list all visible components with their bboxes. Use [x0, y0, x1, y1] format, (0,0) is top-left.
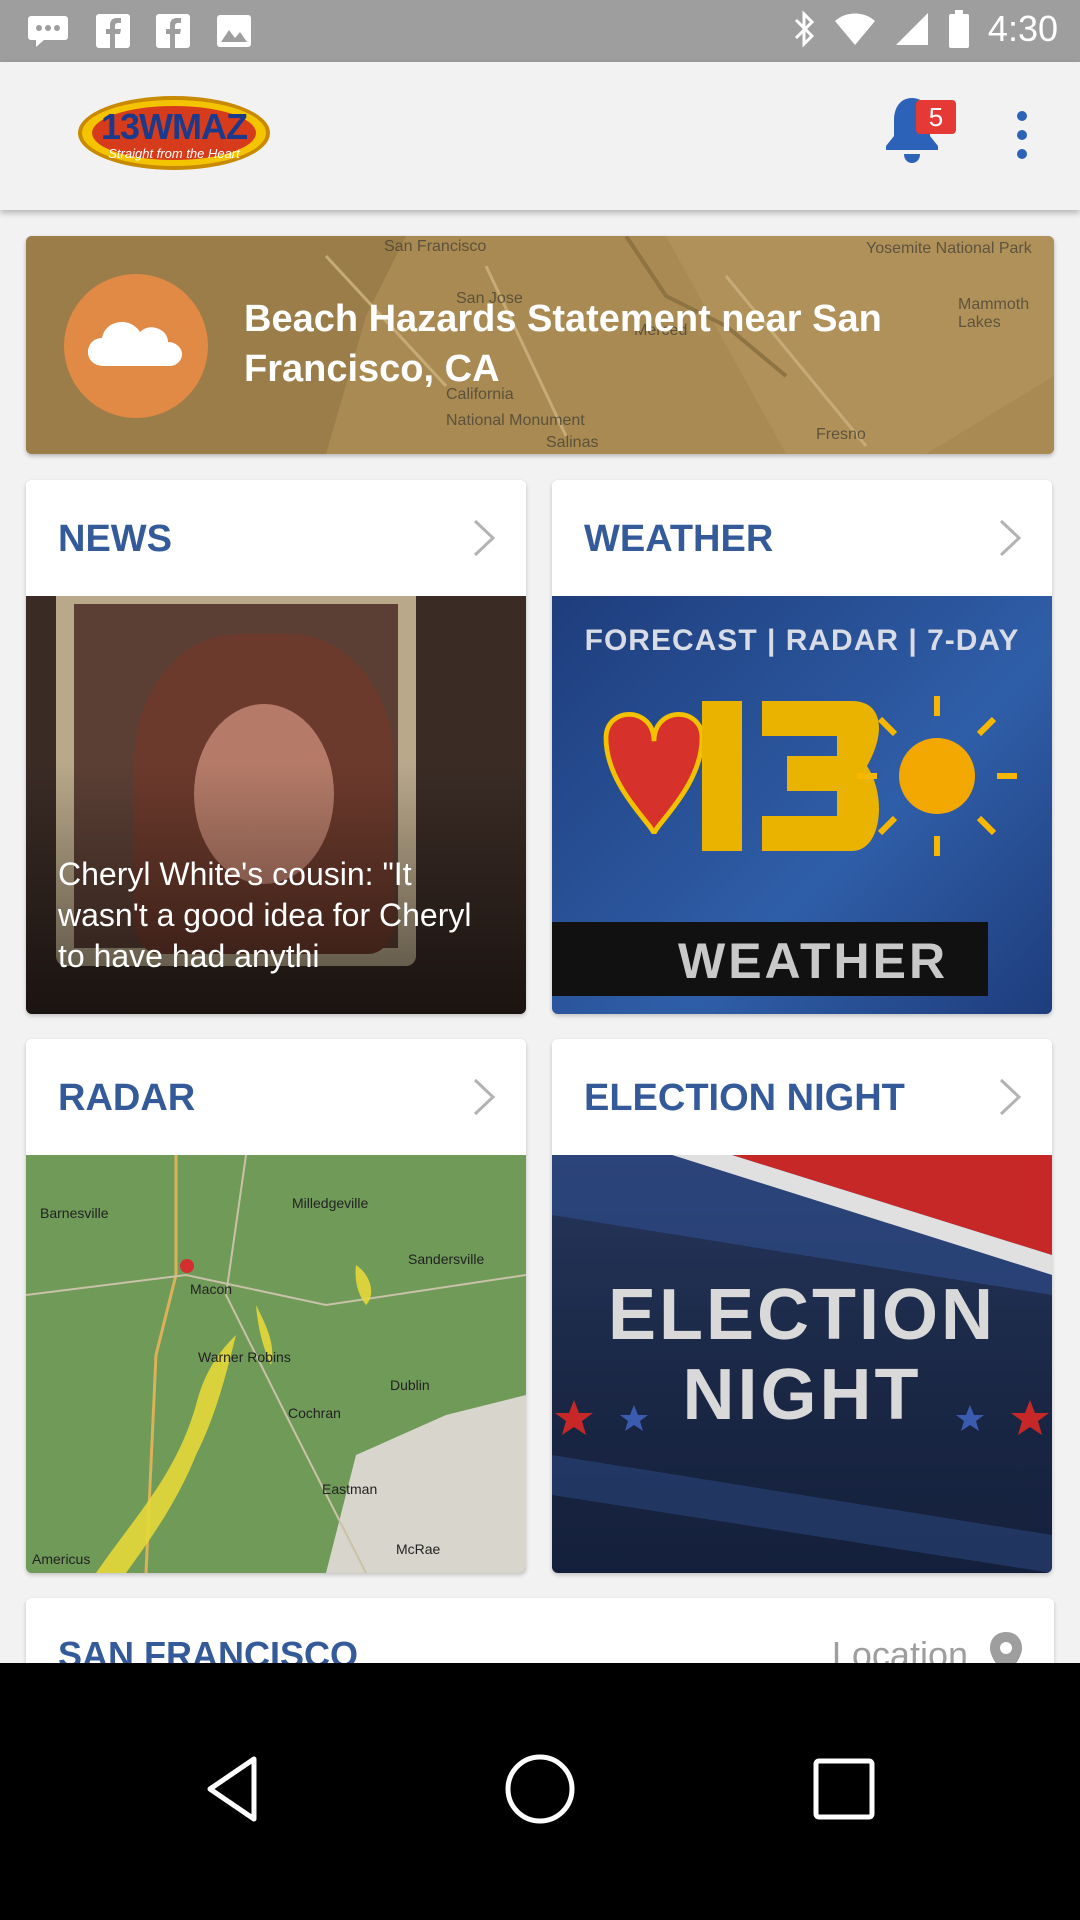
weather-card[interactable]: WEATHER FORECAST | RADAR | 7-DAY WEATHER — [552, 480, 1052, 1014]
bluetooth-icon — [794, 10, 815, 48]
map-label: Yosemite National Park — [866, 240, 1032, 257]
picture-icon — [217, 15, 251, 47]
home-feed[interactable]: San Francisco San Jose Yosemite National… — [0, 210, 1080, 1663]
status-time: 4:30 — [987, 8, 1058, 49]
map-label: Cochran — [288, 1405, 341, 1421]
recents-icon[interactable] — [804, 1749, 884, 1829]
news-story-image[interactable]: Cheryl White's cousin: "It wasn't a good… — [26, 596, 526, 1014]
election-card-title: ELECTION NIGHT — [584, 1077, 905, 1119]
map-label: San Francisco — [384, 238, 487, 255]
map-label: Salinas — [546, 434, 599, 451]
map-label: Mammoth Lakes — [958, 296, 1030, 331]
chevron-right-icon — [999, 519, 1022, 557]
weather-card-title: WEATHER — [584, 518, 774, 560]
weather-alert-banner[interactable]: San Francisco San Jose Yosemite National… — [26, 236, 1054, 454]
radar-card-header[interactable]: RADAR — [26, 1039, 526, 1155]
status-notification-icons — [26, 14, 252, 48]
radar-card-title: RADAR — [58, 1077, 196, 1119]
news-card-header[interactable]: NEWS — [26, 480, 526, 596]
map-label: Fresno — [816, 426, 866, 443]
battery-icon — [948, 10, 969, 48]
status-bar: 4:30 — [0, 0, 1080, 62]
news-card-title: NEWS — [58, 518, 172, 560]
election-promo-image[interactable]: ELECTION NIGHT — [552, 1155, 1052, 1573]
election-card-header[interactable]: ELECTION NIGHT — [552, 1039, 1052, 1155]
map-label: Dublin — [390, 1377, 430, 1393]
logo-brand: 13WMAZ — [101, 106, 248, 147]
news-story-caption: Cheryl White's cousin: "It wasn't a good… — [58, 856, 472, 974]
election-promo-line1: ELECTION — [607, 1275, 996, 1355]
map-label: Eastman — [322, 1481, 378, 1497]
logo-tagline: Straight from the Heart — [108, 146, 240, 161]
notification-count-badge: 5 — [916, 100, 956, 134]
map-label: Barnesville — [40, 1205, 109, 1221]
location-pin-icon[interactable] — [988, 1630, 1024, 1663]
facebook-icon — [96, 14, 130, 48]
map-pin-icon — [180, 1259, 194, 1273]
chat-icon — [28, 16, 68, 47]
more-options-icon[interactable] — [1006, 110, 1038, 160]
location-card[interactable]: SAN FRANCISCO Location — [26, 1598, 1054, 1663]
alert-weather-badge — [64, 274, 208, 418]
map-label: Warner Robins — [198, 1349, 291, 1365]
weather-promo-image[interactable]: FORECAST | RADAR | 7-DAY WEATHER — [552, 596, 1052, 1014]
chevron-right-icon — [473, 519, 496, 557]
location-label[interactable]: Location — [832, 1634, 968, 1663]
election-promo-line2: NIGHT — [682, 1355, 922, 1435]
weather-card-header[interactable]: WEATHER — [552, 480, 1052, 596]
location-city: SAN FRANCISCO — [58, 1634, 359, 1663]
station-13-logo-icon — [603, 696, 1017, 856]
chevron-right-icon — [473, 1078, 496, 1116]
status-system-icons: 4:30 — [792, 8, 1058, 50]
map-label: Macon — [190, 1281, 233, 1297]
wifi-icon — [834, 13, 875, 45]
radar-card[interactable]: RADAR Barnesville Milledgeville Sandersv… — [26, 1039, 526, 1573]
chevron-right-icon — [999, 1078, 1022, 1116]
radar-map-image[interactable]: Barnesville Milledgeville Sandersville M… — [26, 1155, 526, 1573]
signal-icon — [895, 13, 928, 45]
map-label: Sandersville — [408, 1251, 485, 1267]
cloud-icon — [88, 322, 182, 366]
weather-promo-label: WEATHER — [678, 933, 949, 989]
station-logo[interactable]: 13WMAZ Straight from the Heart — [78, 92, 270, 176]
map-label: Milledgeville — [292, 1195, 369, 1211]
alert-headline: Beach Hazards Statement near San Francis… — [244, 298, 882, 390]
election-night-card[interactable]: ELECTION NIGHT ELECTION NIGHT — [552, 1039, 1052, 1573]
map-label: Americus — [32, 1551, 91, 1567]
system-navigation-bar — [0, 1663, 1080, 1920]
home-icon[interactable] — [500, 1749, 580, 1829]
back-icon[interactable] — [196, 1749, 276, 1829]
election-promo-title: ELECTION NIGHT — [552, 1275, 1052, 1435]
map-label: McRae — [396, 1541, 441, 1557]
weather-promo-subtitle: FORECAST | RADAR | 7-DAY — [584, 624, 1020, 657]
news-card[interactable]: NEWS Cheryl White's cousin: "It wasn't a… — [26, 480, 526, 1014]
map-label: National Monument — [446, 412, 585, 429]
facebook-icon — [156, 14, 190, 48]
